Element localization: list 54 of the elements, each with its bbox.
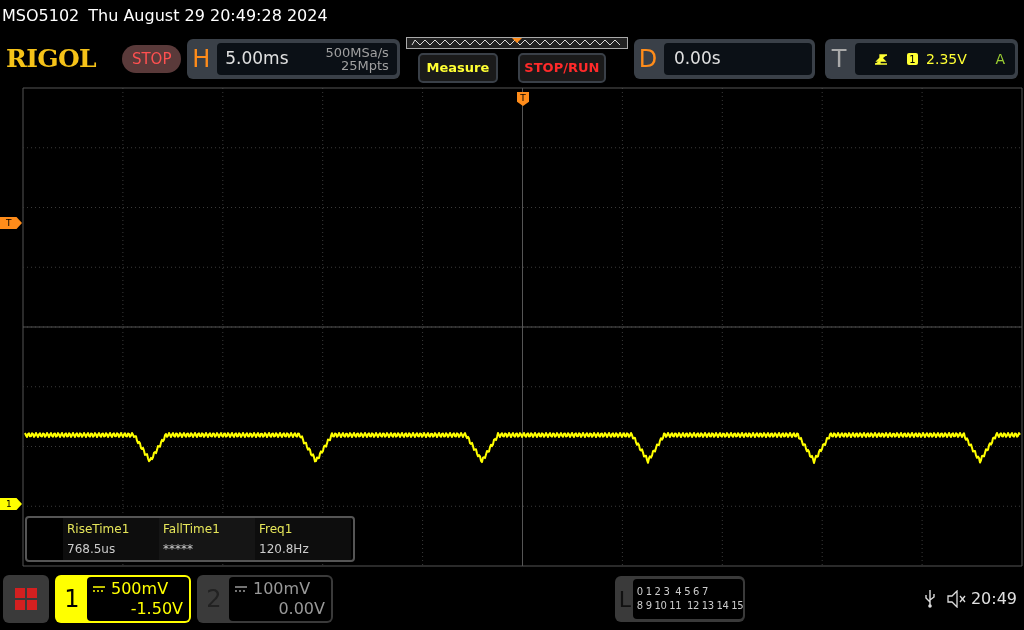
- digital-channel-number: 2: [654, 586, 661, 598]
- digital-channel-number: 8: [636, 600, 643, 612]
- delay-label: D: [637, 44, 658, 75]
- digital-channel-number: 12: [687, 600, 699, 612]
- digital-channel-number: 1: [645, 586, 652, 598]
- memory-depth: 25Mpts: [341, 59, 389, 72]
- channel-scale: 100mV: [253, 579, 311, 599]
- digital-channel-number: 7: [701, 586, 708, 598]
- delay-value: 0.00s: [673, 47, 721, 71]
- digital-channel-number: 3: [663, 586, 670, 598]
- trigger-level: 2.35V: [926, 49, 967, 69]
- digital-channel-number: 0: [636, 586, 643, 598]
- channel-offset: -1.50V: [130, 599, 183, 619]
- measure-button[interactable]: Measure: [417, 53, 498, 83]
- measurement-value: 120.8Hz: [259, 541, 310, 558]
- horizontal-label: H: [191, 44, 212, 75]
- grid-icon: [15, 588, 37, 610]
- digital-channel-number: 13: [701, 600, 714, 612]
- measurement-name: RiseTime1: [67, 521, 131, 538]
- measurement-value: *****: [163, 541, 194, 558]
- measurement-value: 768.5us: [67, 541, 117, 558]
- channel-panel[interactable]: 1 500mV -1.50V: [55, 575, 191, 623]
- model-name: MSO5102: [2, 5, 80, 27]
- digital-channel-number: 11: [669, 600, 682, 612]
- dc-coupling-icon: [93, 586, 105, 592]
- digital-channel-number: 6: [693, 586, 699, 598]
- digital-channel-number: 9: [645, 600, 652, 612]
- sample-rate: 500MSa/s: [325, 46, 389, 59]
- date-time: Thu August 29 20:49:28 2024: [88, 5, 328, 27]
- dc-coupling-icon: [235, 586, 247, 592]
- timebase-value: 5.00ms: [225, 47, 289, 71]
- digital-channel-number: 4: [675, 586, 682, 598]
- channel-scale: 500mV: [111, 579, 169, 599]
- clock-time: 20:49: [970, 588, 1017, 610]
- digital-channel-number: 15: [731, 600, 743, 612]
- digital-channel-number: 5: [684, 586, 691, 598]
- trigger-mode: A: [995, 49, 1005, 69]
- channel-offset: 0.00V: [278, 599, 325, 619]
- channel-number: 1: [63, 584, 81, 615]
- digital-channel-number: 10: [654, 600, 667, 612]
- digital-channel-number: 14: [716, 600, 729, 612]
- trigger-position-marker: T: [517, 92, 529, 106]
- stop-run-button[interactable]: STOP/RUN: [517, 53, 606, 83]
- measurement-name: FallTime1: [163, 521, 221, 538]
- usb-icon: [924, 590, 935, 608]
- muted-speaker-icon[interactable]: [946, 590, 967, 608]
- menu-button[interactable]: [3, 575, 49, 623]
- trigger-label: T: [830, 44, 848, 75]
- trigger-source-badge: 1: [907, 53, 919, 65]
- trigger-level-marker: T: [0, 217, 22, 229]
- channel-1-marker: 1: [0, 498, 22, 510]
- brand-logo: RIGOL: [6, 43, 98, 76]
- run-state-indicator: STOP: [122, 45, 182, 73]
- measurement-name: Freq1: [259, 521, 294, 538]
